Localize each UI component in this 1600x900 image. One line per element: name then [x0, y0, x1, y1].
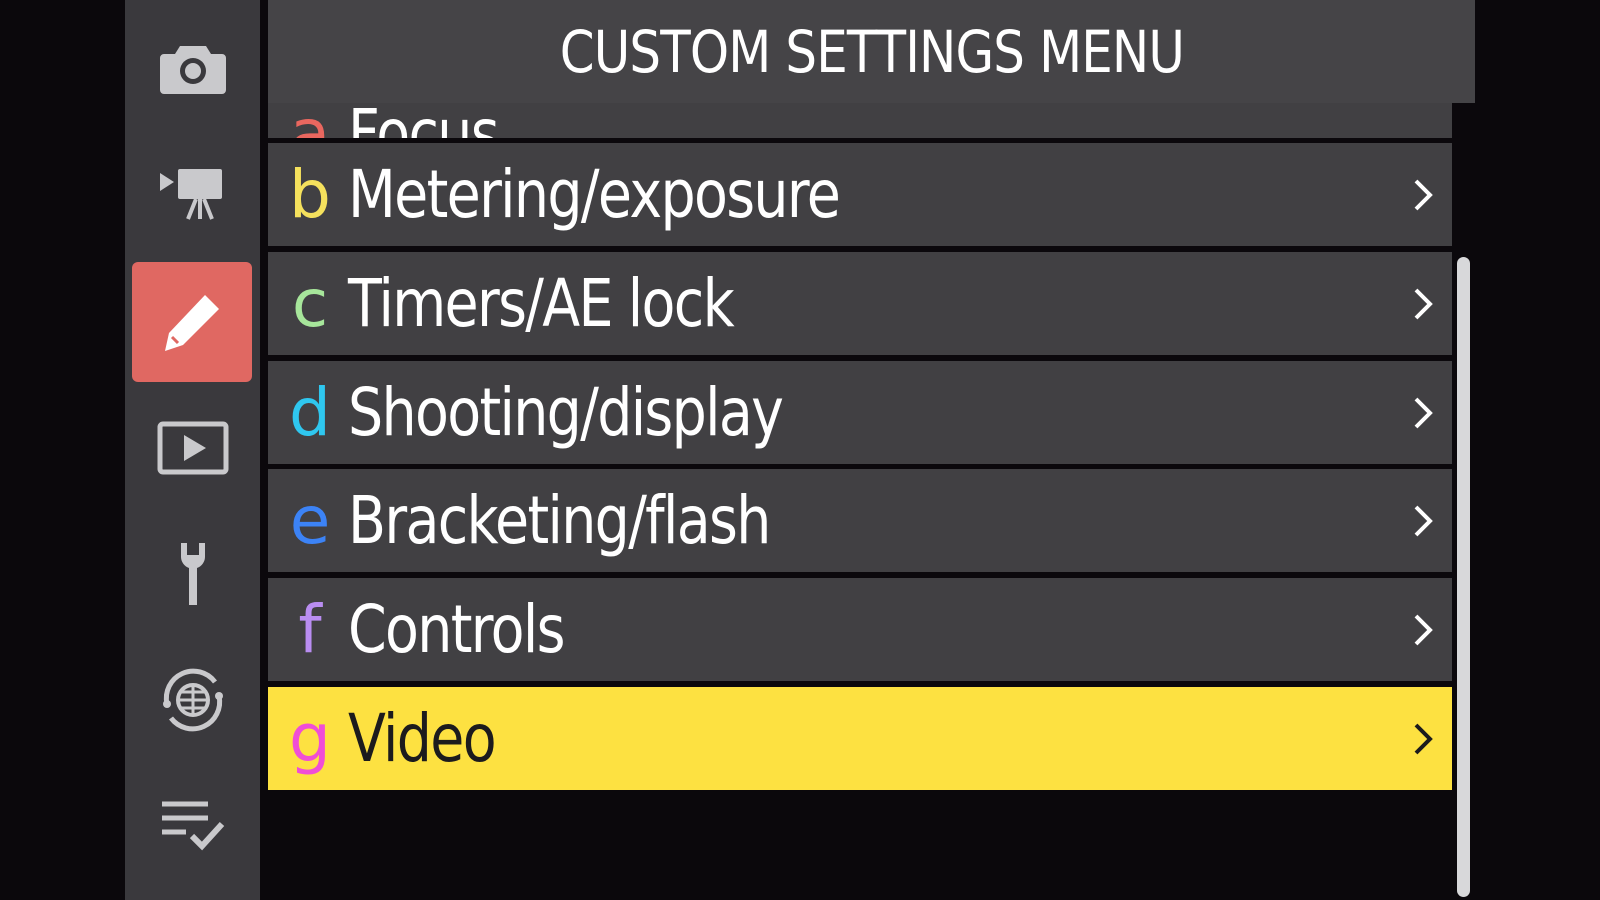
page-title: CUSTOM SETTINGS MENU: [268, 0, 1475, 103]
menu-item-letter: e: [289, 482, 331, 559]
scrollbar[interactable]: [1457, 257, 1470, 897]
camera-icon: [159, 46, 226, 94]
wrench-icon: [180, 543, 205, 605]
menu-item-label: Controls: [348, 591, 566, 668]
menu-item-label: Timers/AE lock: [348, 265, 735, 342]
menu-item-label: Metering/exposure: [348, 156, 841, 233]
menu-list: a Focus b Metering/exposure c Timers/AE …: [268, 0, 1452, 900]
tab-custom-settings[interactable]: [132, 262, 252, 382]
camera-menu-screen: a Focus b Metering/exposure c Timers/AE …: [0, 0, 1600, 900]
chevron-right-icon: [1414, 397, 1433, 428]
page-title-text: CUSTOM SETTINGS MENU: [559, 17, 1184, 86]
network-icon: [162, 668, 223, 732]
menu-item-label: Video: [348, 700, 497, 777]
menu-item-timers-ae-lock[interactable]: c Timers/AE lock: [268, 252, 1452, 355]
tab-my-menu[interactable]: [125, 766, 260, 886]
playback-icon: [157, 421, 228, 475]
tab-network[interactable]: [125, 640, 260, 760]
tab-setup[interactable]: [125, 514, 260, 634]
menu-item-letter: b: [289, 156, 331, 233]
menu-item-letter: f: [298, 591, 322, 668]
menu-item-controls[interactable]: f Controls: [268, 578, 1452, 681]
pencil-icon: [165, 295, 219, 351]
tab-playback[interactable]: [125, 388, 260, 508]
chevron-right-icon: [1414, 505, 1433, 536]
menu-item-letter: c: [291, 265, 329, 342]
video-camera-icon: [159, 169, 222, 220]
menu-item-letter: g: [289, 700, 331, 777]
menu-item-bracketing-flash[interactable]: e Bracketing/flash: [268, 469, 1452, 572]
menu-item-label: Shooting/display: [348, 374, 784, 451]
tab-video-recording[interactable]: [125, 132, 260, 252]
menu-item-label: Bracketing/flash: [348, 482, 771, 559]
menu-item-letter: d: [289, 374, 331, 451]
tab-photo-shooting[interactable]: [125, 8, 260, 128]
chevron-right-icon: [1414, 179, 1433, 210]
checklist-icon: [161, 801, 224, 851]
chevron-right-icon: [1414, 288, 1433, 319]
chevron-right-icon: [1414, 723, 1433, 754]
menu-tab-bar: [125, 0, 260, 900]
menu-item-video[interactable]: g Video: [268, 687, 1452, 790]
chevron-right-icon: [1414, 614, 1433, 645]
menu-item-metering-exposure[interactable]: b Metering/exposure: [268, 143, 1452, 246]
menu-item-shooting-display[interactable]: d Shooting/display: [268, 361, 1452, 464]
